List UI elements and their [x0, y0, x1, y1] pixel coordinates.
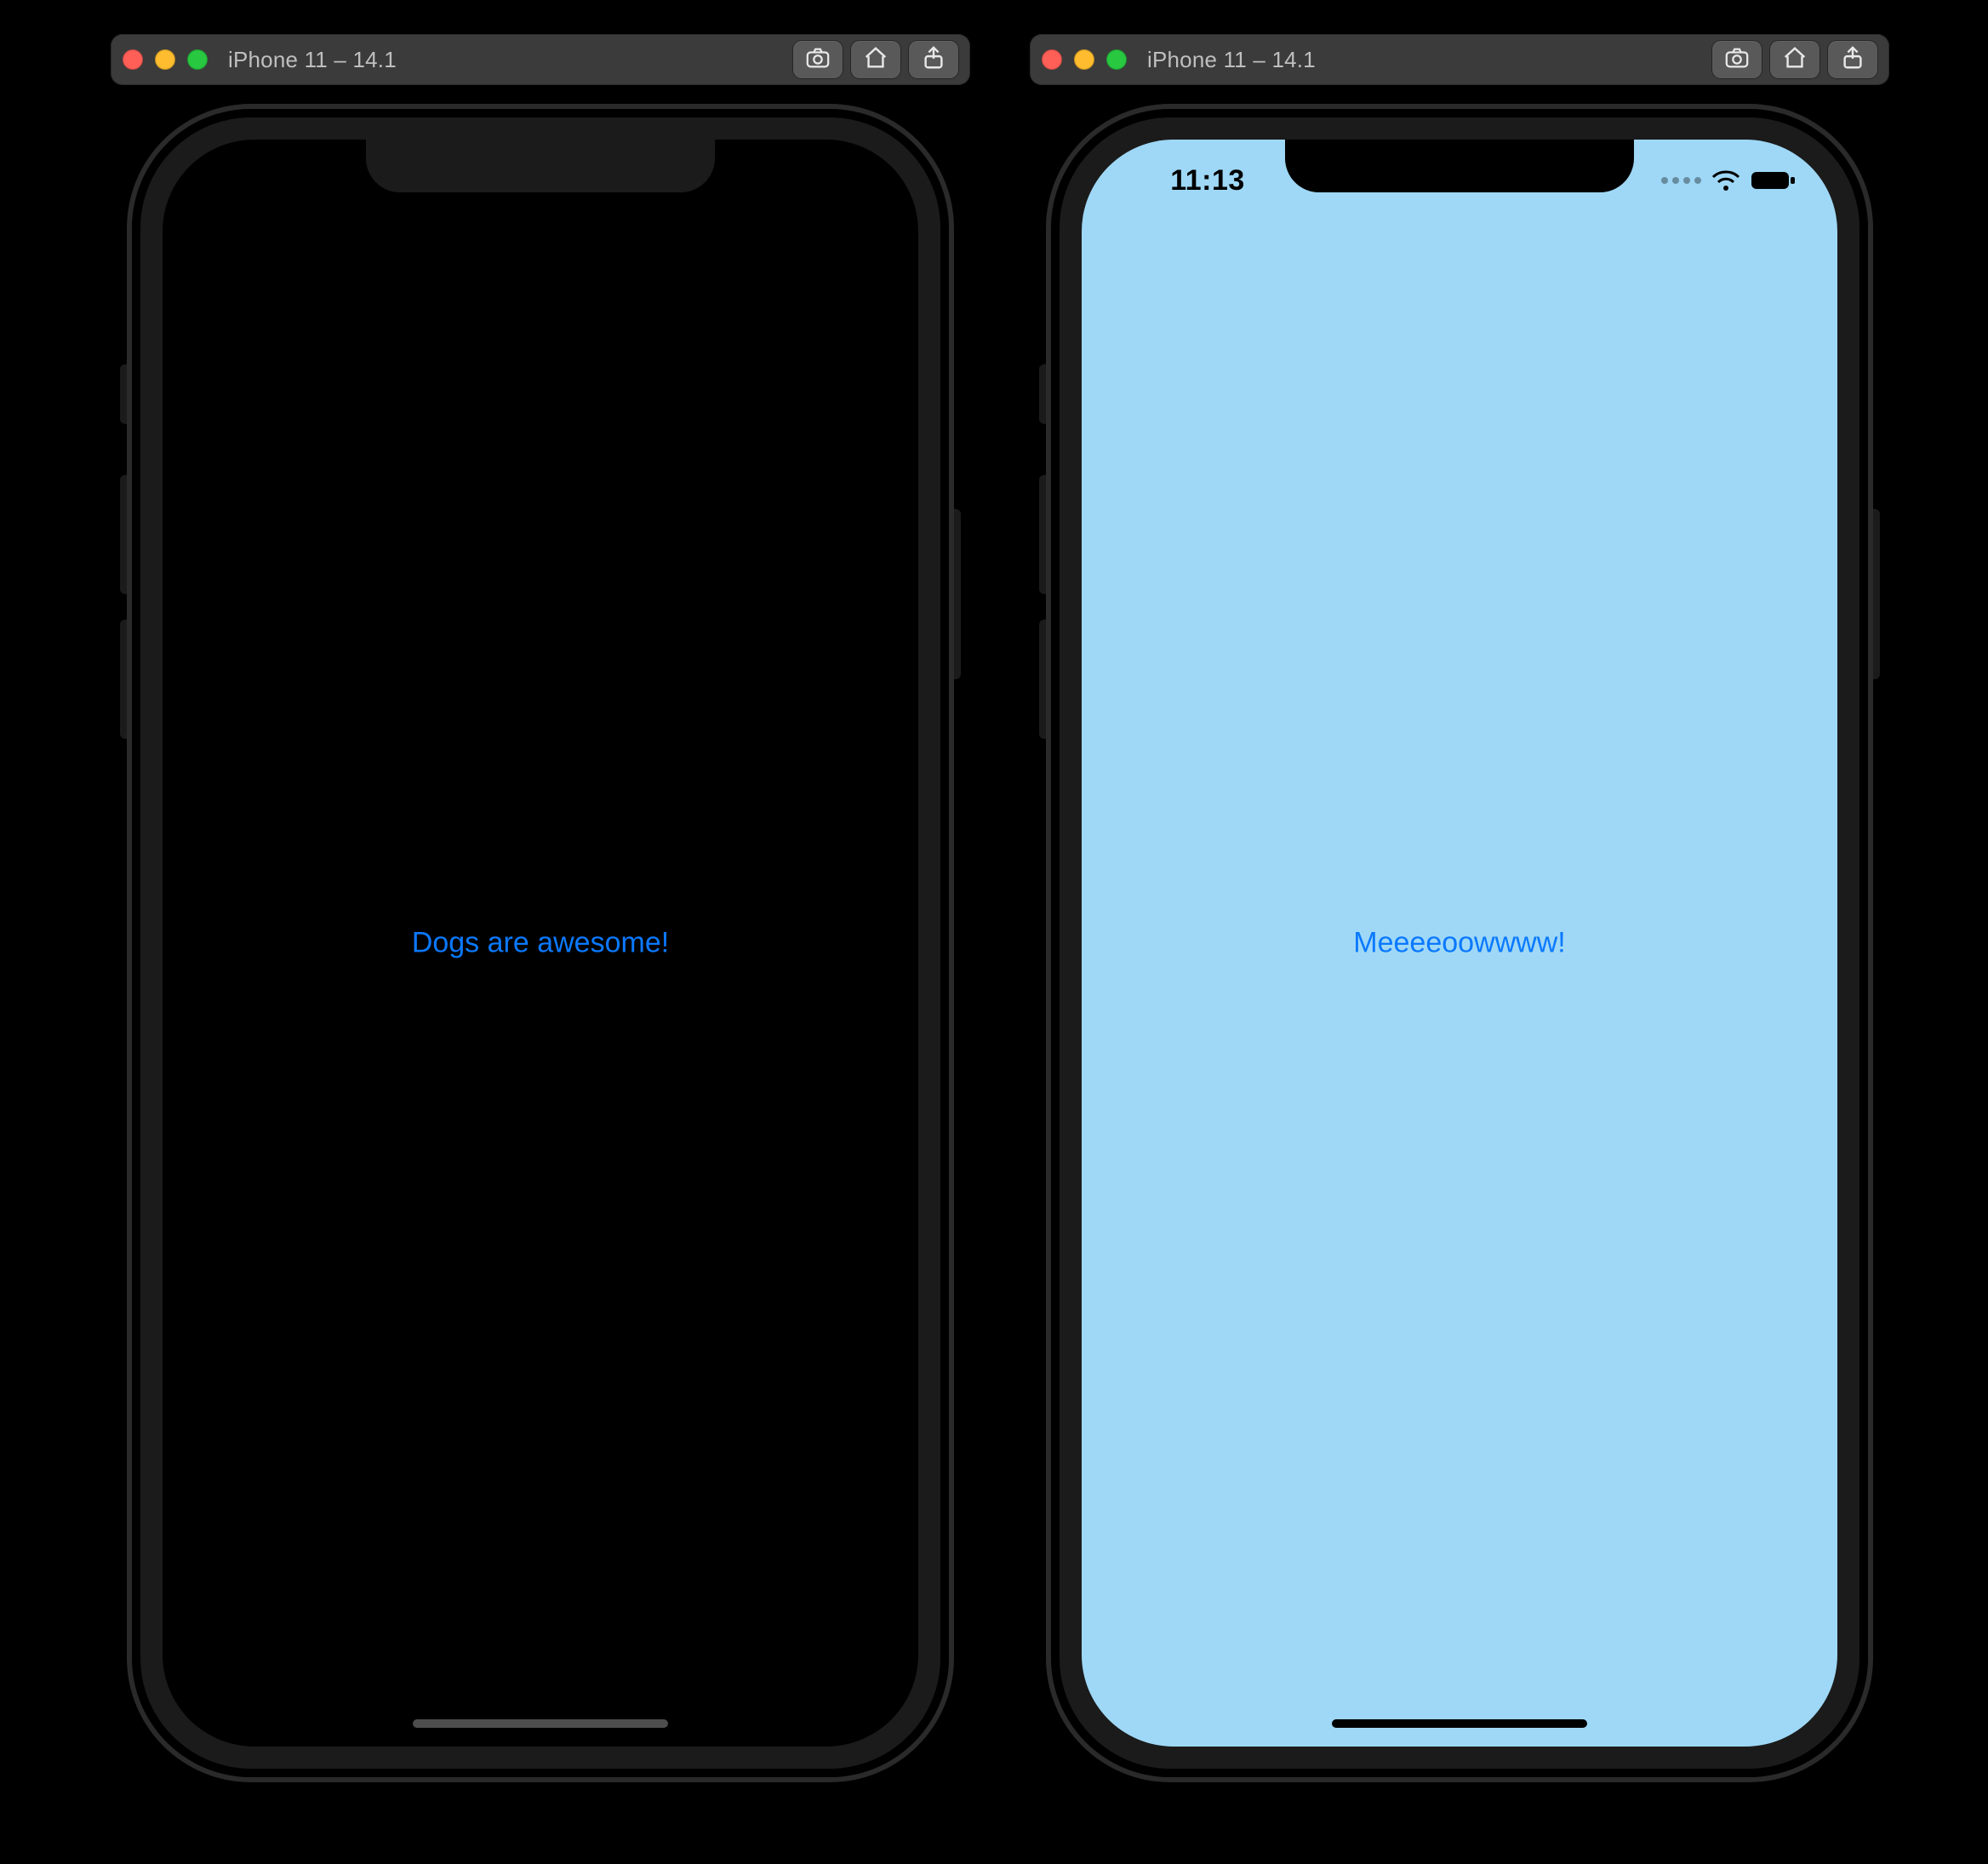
traffic-lights — [123, 49, 208, 70]
device-frame: Dogs are awesome! — [132, 109, 949, 1777]
share-icon — [921, 45, 946, 75]
status-time: 11:13 — [1123, 164, 1293, 197]
home-icon — [1782, 45, 1808, 75]
window-title: iPhone 11 – 14.1 — [1147, 47, 1700, 73]
mute-switch[interactable] — [1039, 364, 1051, 424]
phone-bezel: 11:13 — [1051, 109, 1868, 1777]
device-screen[interactable]: Dogs are awesome! — [163, 140, 918, 1747]
volume-up-button[interactable] — [120, 475, 132, 594]
side-button[interactable] — [949, 509, 961, 679]
minimize-icon[interactable] — [1074, 49, 1094, 70]
side-button[interactable] — [1868, 509, 1880, 679]
volume-down-button[interactable] — [120, 620, 132, 739]
home-indicator[interactable] — [413, 1719, 668, 1728]
traffic-lights — [1042, 49, 1127, 70]
device-frame: 11:13 — [1051, 109, 1868, 1777]
screenshot-button[interactable] — [1712, 41, 1762, 78]
zoom-icon[interactable] — [1106, 49, 1127, 70]
simulator-window-left: iPhone 11 – 14.1 — [111, 34, 970, 1777]
titlebar-buttons — [793, 41, 958, 78]
app-center-label[interactable]: Dogs are awesome! — [412, 927, 669, 960]
mute-switch[interactable] — [120, 364, 132, 424]
notch — [366, 140, 715, 192]
zoom-icon[interactable] — [187, 49, 208, 70]
share-icon — [1840, 45, 1865, 75]
window-titlebar[interactable]: iPhone 11 – 14.1 — [1030, 34, 1889, 85]
device-screen[interactable]: 11:13 — [1082, 140, 1837, 1747]
volume-up-button[interactable] — [1039, 475, 1051, 594]
home-button[interactable] — [1770, 41, 1819, 78]
window-title: iPhone 11 – 14.1 — [228, 47, 781, 73]
wifi-icon — [1711, 169, 1740, 192]
simulator-window-right: iPhone 11 – 14.1 — [1030, 34, 1889, 1777]
phone-bezel: Dogs are awesome! — [132, 109, 949, 1777]
share-button[interactable] — [909, 41, 958, 78]
simulator-comparison: iPhone 11 – 14.1 — [0, 0, 1988, 1864]
battery-icon — [1751, 169, 1797, 192]
close-icon[interactable] — [1042, 49, 1062, 70]
signal-icon — [1661, 177, 1701, 184]
app-center-label[interactable]: Meeeeoowwww! — [1353, 927, 1565, 960]
home-indicator[interactable] — [1332, 1719, 1587, 1728]
titlebar-buttons — [1712, 41, 1877, 78]
notch — [1285, 140, 1634, 192]
share-button[interactable] — [1828, 41, 1877, 78]
screenshot-icon — [1724, 45, 1750, 75]
minimize-icon[interactable] — [155, 49, 175, 70]
close-icon[interactable] — [123, 49, 143, 70]
home-icon — [863, 45, 888, 75]
screenshot-button[interactable] — [793, 41, 843, 78]
status-right-cluster — [1661, 169, 1797, 192]
home-button[interactable] — [851, 41, 900, 78]
window-titlebar[interactable]: iPhone 11 – 14.1 — [111, 34, 970, 85]
screenshot-icon — [805, 45, 831, 75]
volume-down-button[interactable] — [1039, 620, 1051, 739]
